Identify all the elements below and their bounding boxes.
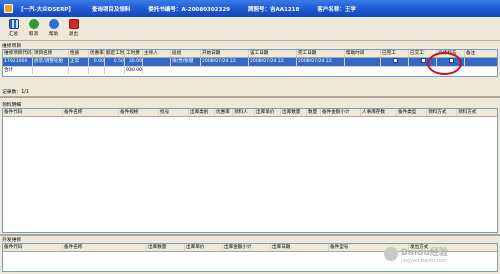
watermark: Baidu经验 jingyan.baidu.com	[384, 240, 496, 268]
project-grid[interactable]: 维修项目代码 项目名称 性质 优惠率 额定工时 工时费 主修人 班组 开始日期 …	[2, 49, 498, 77]
column-header[interactable]: 出库类别	[189, 109, 215, 116]
column-header[interactable]: 帮助时间	[345, 50, 381, 57]
cell-help-time	[345, 58, 381, 66]
help-button-label: 帮助	[49, 32, 58, 37]
cell-team: 张/党/张健	[171, 58, 201, 66]
column-header[interactable]: 出库金额小计	[223, 244, 271, 251]
column-header[interactable]: 完工日期	[297, 50, 345, 57]
cell-hours: 0.50	[105, 58, 125, 66]
customer-name-label: 客户名称：王学	[317, 6, 356, 13]
column-header[interactable]: 性质	[69, 50, 89, 57]
cell-code: 17921000	[3, 58, 33, 66]
project-section-label: 维修项目	[2, 44, 22, 49]
baidu-paw-icon	[384, 247, 398, 261]
column-header[interactable]: 额定工时	[105, 50, 125, 57]
column-header[interactable]: 出库数量	[147, 244, 185, 251]
column-header[interactable]: 优惠率	[215, 109, 233, 116]
help-button[interactable]: 帮助	[46, 17, 61, 39]
column-header[interactable]: 领料方式	[427, 109, 457, 116]
check-icon	[28, 19, 39, 29]
column-header[interactable]: 该工日期	[249, 50, 297, 57]
order-number-label: 委托书编号：A-20080302329	[148, 6, 230, 13]
cell-name: 拆装/调整轮胎	[33, 58, 69, 66]
sum-value: 930.00	[126, 67, 143, 74]
column-header[interactable]: 备件名称	[63, 244, 147, 251]
finished-checkbox[interactable]	[392, 58, 398, 63]
column-header[interactable]: 出库日期	[271, 244, 329, 251]
column-header[interactable]: 工时费	[125, 50, 143, 57]
cell-remark	[465, 58, 495, 66]
column-header[interactable]: 备件代码	[3, 244, 63, 251]
record-count: 记录数：1/1	[2, 90, 29, 95]
title-bar: 【一汽-大众DSERP】 查询项目及领料 委托书编号：A-20080302329…	[0, 0, 500, 17]
splitter[interactable]	[0, 234, 500, 236]
window-app-name: 查询项目及领料	[91, 6, 131, 13]
column-header[interactable]: 项目名称	[33, 50, 69, 57]
toolbar: 汇总 取消 帮助 退出	[0, 17, 500, 41]
sum-row: 合计 930.00	[3, 66, 497, 74]
watermark-url: jingyan.baidu.com	[401, 257, 448, 264]
help-icon	[48, 19, 59, 29]
delivered-checkbox[interactable]	[420, 58, 426, 63]
app-icon	[4, 4, 13, 13]
cell-finish-date: 2008/07/24 22	[297, 58, 345, 66]
splitter[interactable]	[0, 96, 500, 98]
column-header[interactable]: 备件代码	[3, 109, 63, 116]
column-header[interactable]: 人事库存数	[361, 109, 397, 116]
column-header[interactable]: 备件规格	[119, 109, 159, 116]
exit-icon	[68, 19, 79, 29]
column-header[interactable]: 数量	[307, 109, 321, 116]
column-header[interactable]: 备件名称	[63, 109, 119, 116]
cell-mechanic	[143, 58, 171, 66]
exit-button-label: 退出	[69, 32, 78, 37]
cancel-button[interactable]: 取消	[26, 17, 41, 39]
column-header[interactable]: 出库单价	[255, 109, 281, 116]
parts-grid[interactable]: 备件代码 备件名称 备件规格 批号 出库类别 优惠率 领料人 出库单价 出库数量…	[2, 108, 498, 233]
column-header[interactable]: 批号	[159, 109, 189, 116]
summary-button[interactable]: 汇总	[6, 17, 21, 39]
grid-icon	[8, 19, 19, 29]
column-header[interactable]: 领料人	[233, 109, 255, 116]
exit-button[interactable]: 退出	[66, 17, 81, 39]
sum-label: 合计	[3, 67, 33, 74]
column-header[interactable]: 备件金额小计	[321, 109, 361, 116]
column-header[interactable]: 出库单价	[185, 244, 223, 251]
column-header[interactable]: 已完工	[381, 50, 409, 57]
column-header[interactable]: 领料方式	[457, 109, 497, 116]
cell-type: 正常	[69, 58, 89, 66]
column-header[interactable]: 主修人	[143, 50, 171, 57]
parts-grid-header: 备件代码 备件名称 备件规格 批号 出库类别 优惠率 领料人 出库单价 出库数量…	[3, 109, 497, 117]
watermark-text: Baidu经验	[401, 247, 448, 258]
cell-finished	[381, 58, 409, 66]
bottom-section-label: 外发维修	[2, 238, 22, 243]
column-header[interactable]: 备注	[465, 50, 495, 57]
cell-change-date: 2008/07/24 22	[249, 58, 297, 66]
column-header[interactable]: 开始日期	[201, 50, 249, 57]
parts-section-label: 领料明细	[2, 103, 22, 108]
plate-number-label: 牌照号：吉AA1218	[248, 6, 300, 13]
column-header[interactable]: 出库数量	[281, 109, 307, 116]
table-row[interactable]: 17921000 拆装/调整轮胎 正常 0.00 0.50 30.00 张/党/…	[3, 58, 497, 66]
column-header[interactable]: 优惠率	[89, 50, 105, 57]
column-header[interactable]: 维修项目代码	[3, 50, 33, 57]
project-grid-header: 维修项目代码 项目名称 性质 优惠率 额定工时 工时费 主修人 班组 开始日期 …	[3, 50, 497, 58]
summary-button-label: 汇总	[9, 32, 18, 37]
window-title: 【一汽-大众DSERP】	[18, 6, 74, 13]
highlight-circle	[427, 52, 462, 75]
cell-start-date: 2008/07/24 22	[201, 58, 249, 66]
column-header[interactable]: 班组	[171, 50, 201, 57]
cancel-button-label: 取消	[29, 32, 38, 37]
column-header[interactable]: 备件类型	[397, 109, 427, 116]
cell-fee: 30.00	[125, 58, 143, 66]
cell-discount: 0.00	[89, 58, 105, 66]
